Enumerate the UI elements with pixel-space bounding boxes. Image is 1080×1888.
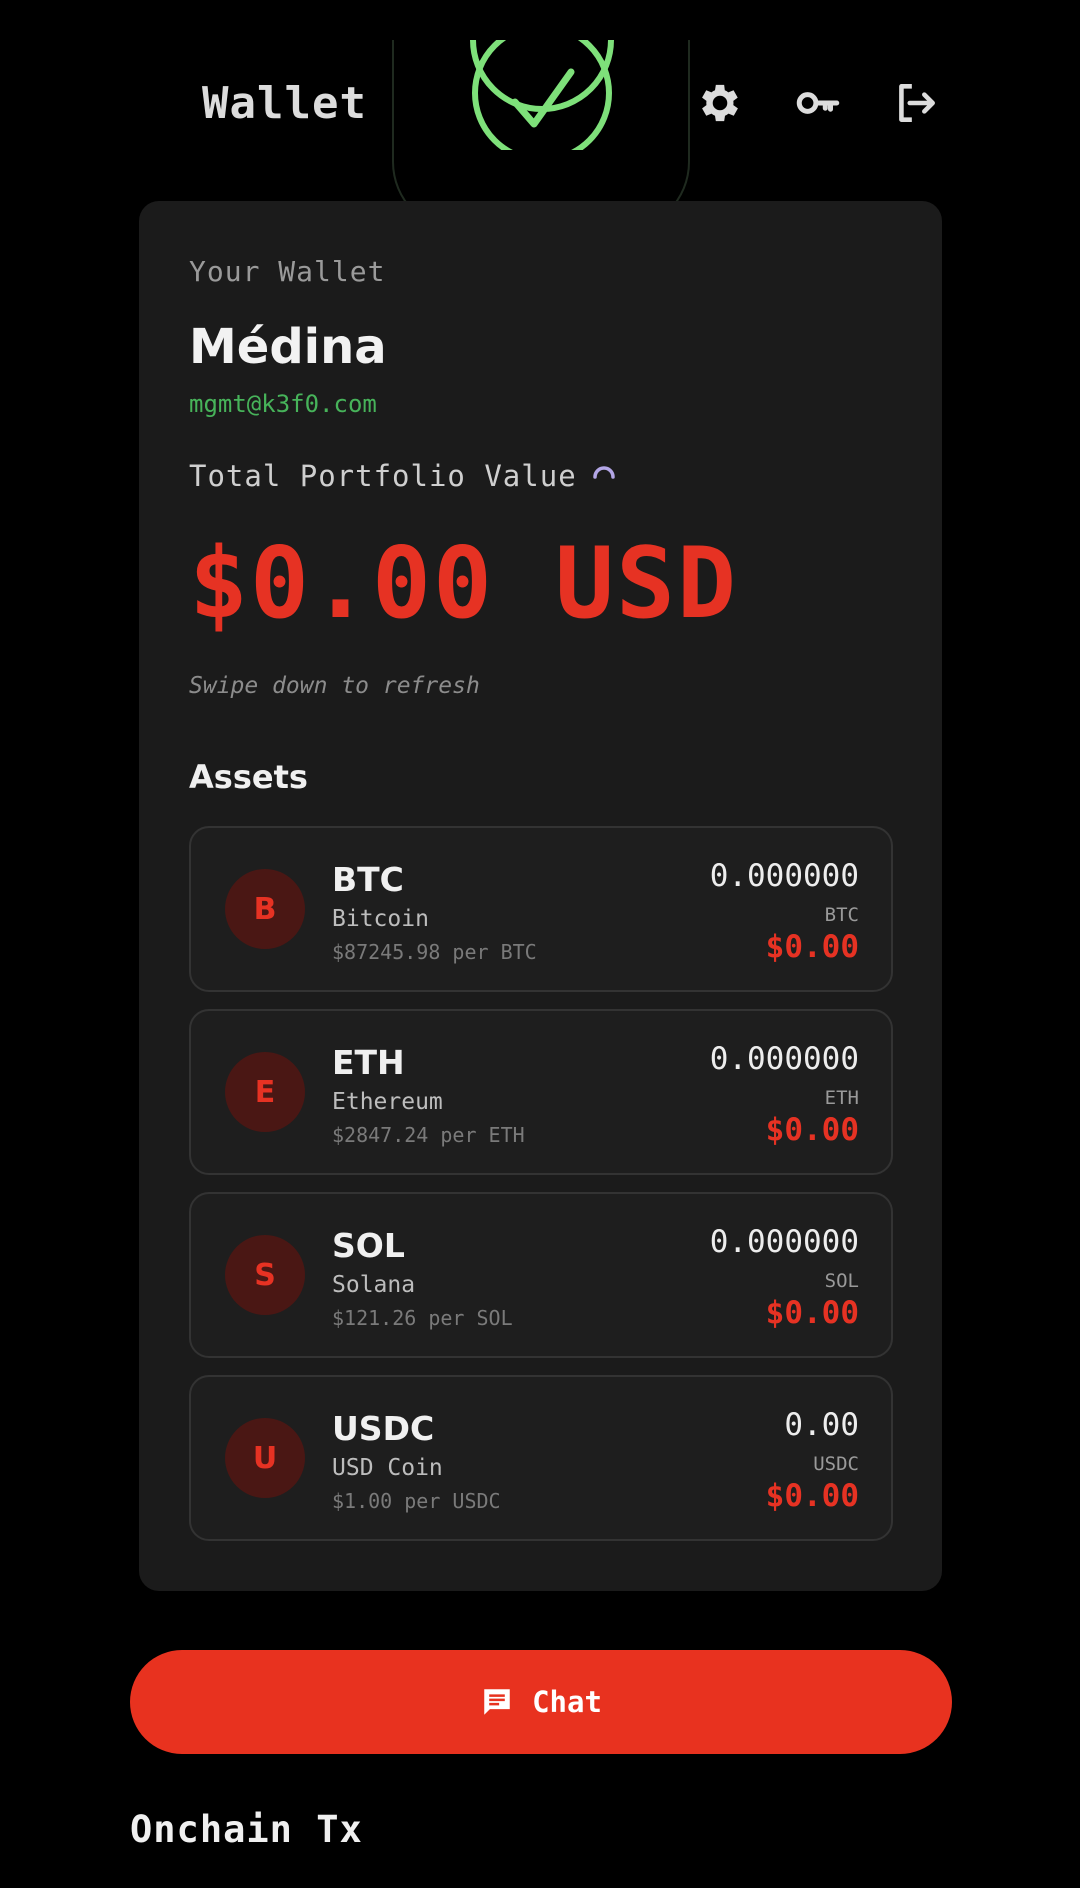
logout-icon[interactable] [891,78,941,128]
gear-icon[interactable] [695,78,745,128]
wallet-email: mgmt@k3f0.com [189,390,377,418]
asset-unit: ETH [824,1087,859,1109]
asset-unit: SOL [824,1270,859,1292]
chat-button-content: Chat [480,1685,602,1719]
asset-usd-value: $0.00 [765,1295,859,1331]
asset-amount: 0.000000 [709,1224,859,1260]
chat-button[interactable]: Chat [130,1650,952,1754]
asset-name: Ethereum [332,1089,443,1115]
asset-price: $121.26 per SOL [332,1306,513,1330]
wallet-card: Your Wallet Médina mgmt@k3f0.com Total P… [139,201,942,1591]
asset-symbol: USDC [332,1409,435,1448]
asset-usd-value: $0.00 [765,1112,859,1148]
asset-price: $87245.98 per BTC [332,940,537,964]
assets-heading: Assets [189,758,308,796]
chat-button-label: Chat [532,1685,602,1719]
asset-name: Bitcoin [332,906,429,932]
asset-row-btc[interactable]: B BTC Bitcoin $87245.98 per BTC 0.000000… [189,826,893,992]
asset-row-eth[interactable]: E ETH Ethereum $2847.24 per ETH 0.000000… [189,1009,893,1175]
asset-symbol: ETH [332,1043,405,1082]
asset-usd-value: $0.00 [765,1478,859,1514]
refresh-hint: Swipe down to refresh [189,673,480,699]
asset-name: USD Coin [332,1455,443,1481]
asset-price: $2847.24 per ETH [332,1123,525,1147]
asset-usd-value: $0.00 [765,929,859,965]
asset-avatar: E [225,1052,305,1132]
asset-avatar: U [225,1418,305,1498]
portfolio-value: $0.00 USD [189,527,739,641]
chat-icon [484,1689,510,1715]
portfolio-label-row: Total Portfolio Value [189,459,617,493]
loading-spinner-icon [591,460,617,486]
asset-symbol: BTC [332,860,404,899]
wallet-name: Médina [189,319,387,375]
asset-avatar: B [225,869,305,949]
asset-row-usdc[interactable]: U USDC USD Coin $1.00 per USDC 0.00 USDC… [189,1375,893,1541]
asset-amount: 0.000000 [709,858,859,894]
app-title: Wallet [202,78,367,129]
asset-name: Solana [332,1272,416,1298]
asset-avatar: S [225,1235,305,1315]
key-icon[interactable] [793,78,843,128]
wallet-label: Your Wallet [189,255,386,288]
asset-amount: 0.00 [784,1407,859,1443]
asset-unit: BTC [824,904,859,926]
asset-amount: 0.000000 [709,1041,859,1077]
onchain-tx-heading: Onchain Tx [130,1808,363,1851]
asset-price: $1.00 per USDC [332,1489,501,1513]
portfolio-label: Total Portfolio Value [189,459,577,493]
asset-symbol: SOL [332,1226,405,1265]
asset-row-sol[interactable]: S SOL Solana $121.26 per SOL 0.000000 SO… [189,1192,893,1358]
asset-unit: USDC [813,1453,859,1475]
check-circle-icon [470,40,614,150]
